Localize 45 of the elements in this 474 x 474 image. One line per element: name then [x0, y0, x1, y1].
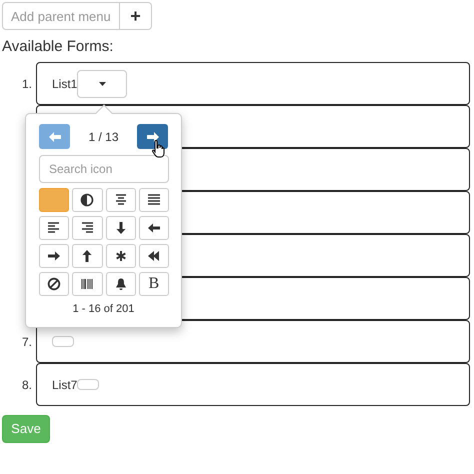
icon-option[interactable]: B [138, 272, 169, 296]
bell-icon [114, 277, 128, 291]
arrow-right-icon [47, 249, 62, 263]
add-button[interactable]: + [120, 2, 152, 30]
arrow-left-icon [146, 221, 161, 235]
barcode-icon [80, 277, 94, 291]
asterisk-icon [114, 249, 128, 263]
icon-option[interactable] [138, 244, 169, 268]
icon-option[interactable] [138, 216, 169, 240]
icon-option[interactable] [72, 188, 102, 212]
search-field[interactable]: Search icon [39, 155, 169, 183]
icon-option[interactable] [72, 244, 102, 268]
arrow-down-icon [114, 221, 128, 235]
justify-icon [146, 193, 161, 207]
icon-option[interactable] [72, 272, 102, 296]
arrow-right-icon [146, 132, 158, 142]
icon-option[interactable] [39, 272, 70, 296]
item-number: 8. [22, 378, 32, 392]
next-page-button[interactable] [137, 124, 168, 149]
ban-icon [47, 277, 62, 291]
align-left-icon [47, 221, 62, 235]
icon-option[interactable] [106, 244, 136, 268]
results-count: 1 - 16 of 201 [72, 302, 136, 317]
item-number: 7. [22, 334, 32, 348]
align-right-icon [80, 221, 94, 235]
icon-option[interactable] [39, 244, 70, 268]
form-label: List7 [52, 376, 78, 394]
form-label: List1 [52, 76, 78, 92]
icon-option[interactable] [39, 216, 70, 240]
arrow-left-icon [48, 132, 60, 142]
page-indicator: 1 / 13 [88, 128, 119, 146]
adjust-icon [80, 193, 94, 207]
parent-menu-field[interactable]: Add parent menu [2, 2, 120, 30]
icon-option[interactable] [72, 216, 102, 240]
icon-option[interactable] [138, 188, 169, 212]
section-heading: Available Forms: [2, 37, 114, 57]
icon-option[interactable] [106, 188, 136, 212]
icon-option[interactable] [106, 272, 136, 296]
hand-cursor-icon [152, 140, 165, 158]
backward-icon [146, 249, 161, 263]
item-number: 1. [22, 76, 32, 90]
caret-icon [98, 82, 106, 86]
align-center-icon [114, 193, 128, 207]
arrow-up-icon [80, 249, 94, 263]
icon-option[interactable] [106, 216, 136, 240]
